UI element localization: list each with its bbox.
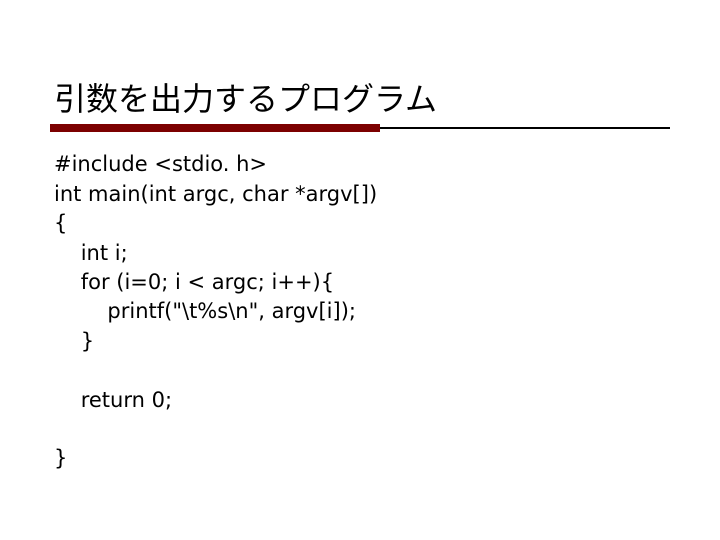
code-line: printf("\t%s\n", argv[i]); [54, 299, 356, 323]
code-line: int i; [54, 241, 128, 265]
slide: 引数を出力するプログラム #include <stdio. h> int mai… [0, 0, 720, 540]
code-line: return 0; [54, 388, 172, 412]
code-line: int main(int argc, char *argv[]) [54, 182, 377, 206]
code-line: #include <stdio. h> [54, 152, 267, 176]
title-underline [50, 124, 670, 132]
slide-title: 引数を出力するプログラム [50, 80, 670, 118]
code-line: } [54, 446, 67, 470]
code-line: } [54, 329, 94, 353]
underline-accent [50, 124, 380, 132]
code-line: for (i=0; i < argc; i++){ [54, 270, 334, 294]
code-block: #include <stdio. h> int main(int argc, c… [50, 150, 670, 473]
code-line: { [54, 211, 67, 235]
